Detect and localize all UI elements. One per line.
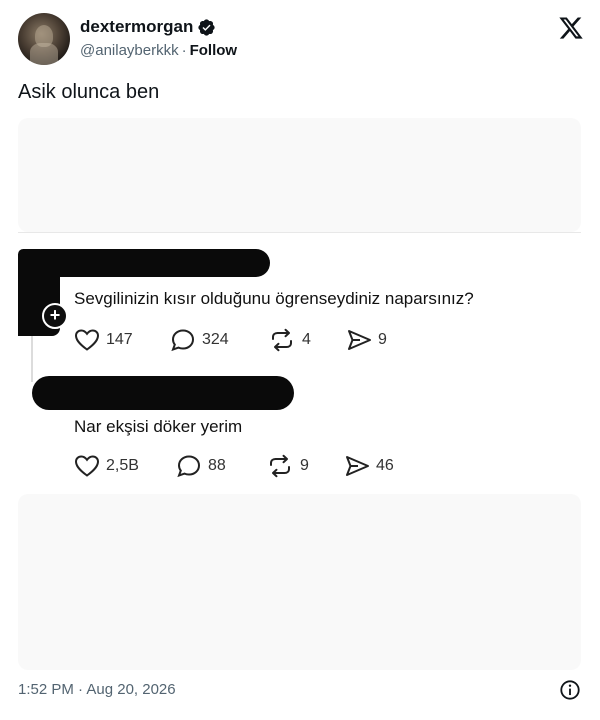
reply-repost-count: 9 [300, 457, 309, 474]
tweet-header: dextermorgan @anilayberkkk · Follow [18, 13, 584, 67]
user-handle[interactable]: @anilayberkkk [80, 42, 179, 59]
comment-icon [177, 455, 201, 478]
reply-text: Nar ekşisi döker yerim [74, 417, 243, 436]
divider [18, 232, 581, 233]
avatar[interactable] [18, 13, 70, 65]
separator-dot: · [181, 42, 187, 59]
blank-area-bottom [18, 494, 581, 670]
repost-action: 4 [268, 328, 311, 352]
info-icon[interactable] [559, 679, 581, 701]
display-name-row[interactable]: dextermorgan [80, 17, 216, 37]
send-icon [348, 330, 371, 350]
reply-repost-action: 9 [266, 454, 309, 478]
reply-share-action: 46 [344, 454, 394, 478]
reply-count: 324 [202, 331, 229, 348]
reply-like-action: 2,5B [74, 454, 139, 478]
redaction-mark-reply-user [32, 376, 294, 410]
like-action: 147 [74, 328, 133, 352]
like-count: 147 [106, 331, 133, 348]
handle-line: @anilayberkkk · Follow [80, 42, 237, 59]
reply-action-bar: 2,5B 88 9 46 [74, 454, 434, 482]
follow-button[interactable]: Follow [190, 42, 238, 59]
reply-action: 324 [170, 328, 229, 352]
comment-icon [171, 329, 195, 352]
reply-reply-action: 88 [176, 454, 226, 478]
reply-like-count: 2,5B [106, 457, 139, 474]
share-count: 9 [378, 331, 387, 348]
verified-badge-icon [198, 18, 215, 36]
follow-plus-badge: + [42, 303, 68, 329]
post-action-bar: 147 324 4 9 [74, 328, 434, 356]
blank-area-top [18, 118, 581, 232]
embedded-screenshot[interactable]: + Sevgilinizin kısır olduğunu ögrenseydi… [18, 118, 581, 670]
reply-share-count: 46 [376, 457, 394, 474]
send-icon [346, 456, 369, 476]
heart-icon [74, 329, 100, 351]
display-name[interactable]: dextermorgan [80, 17, 193, 37]
heart-icon [74, 455, 100, 477]
thread-line [31, 336, 33, 382]
reply-reply-count: 88 [208, 457, 226, 474]
x-logo-icon[interactable] [558, 15, 584, 41]
repost-icon [270, 454, 290, 478]
quoted-post-text: Sevgilinizin kısır olduğunu ögrenseydini… [74, 289, 474, 308]
tweet-timestamp[interactable]: 1:52 PM · Aug 20, 2026 [18, 681, 176, 698]
tweet-text: Asik olunca ben [18, 81, 160, 103]
share-action: 9 [346, 328, 387, 352]
repost-icon [272, 328, 292, 352]
repost-count: 4 [302, 331, 311, 348]
